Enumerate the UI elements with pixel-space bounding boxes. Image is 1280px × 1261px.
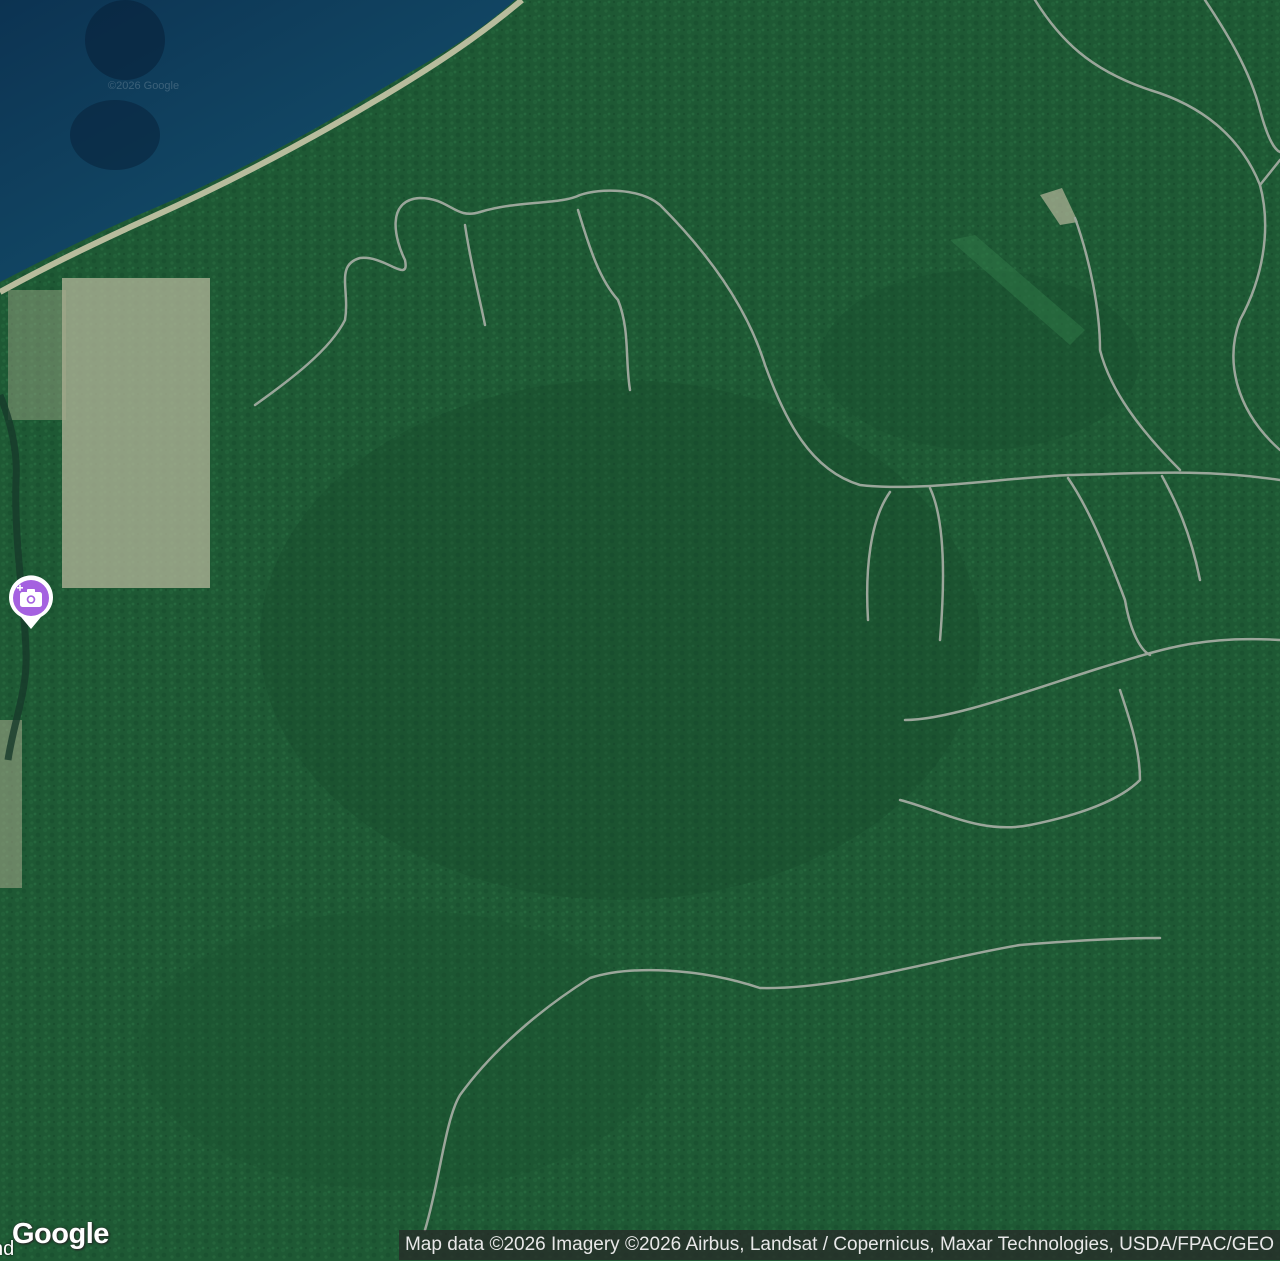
satellite-map[interactable]: [0, 0, 1280, 1260]
map-watermark: ©2026 Google: [108, 80, 180, 92]
google-logo: Google: [12, 1218, 109, 1250]
clearing: [62, 278, 210, 588]
photo-marker-pin[interactable]: [8, 575, 54, 631]
map-attribution[interactable]: Map data ©2026 Imagery ©2026 Airbus, Lan…: [398, 1230, 1280, 1260]
